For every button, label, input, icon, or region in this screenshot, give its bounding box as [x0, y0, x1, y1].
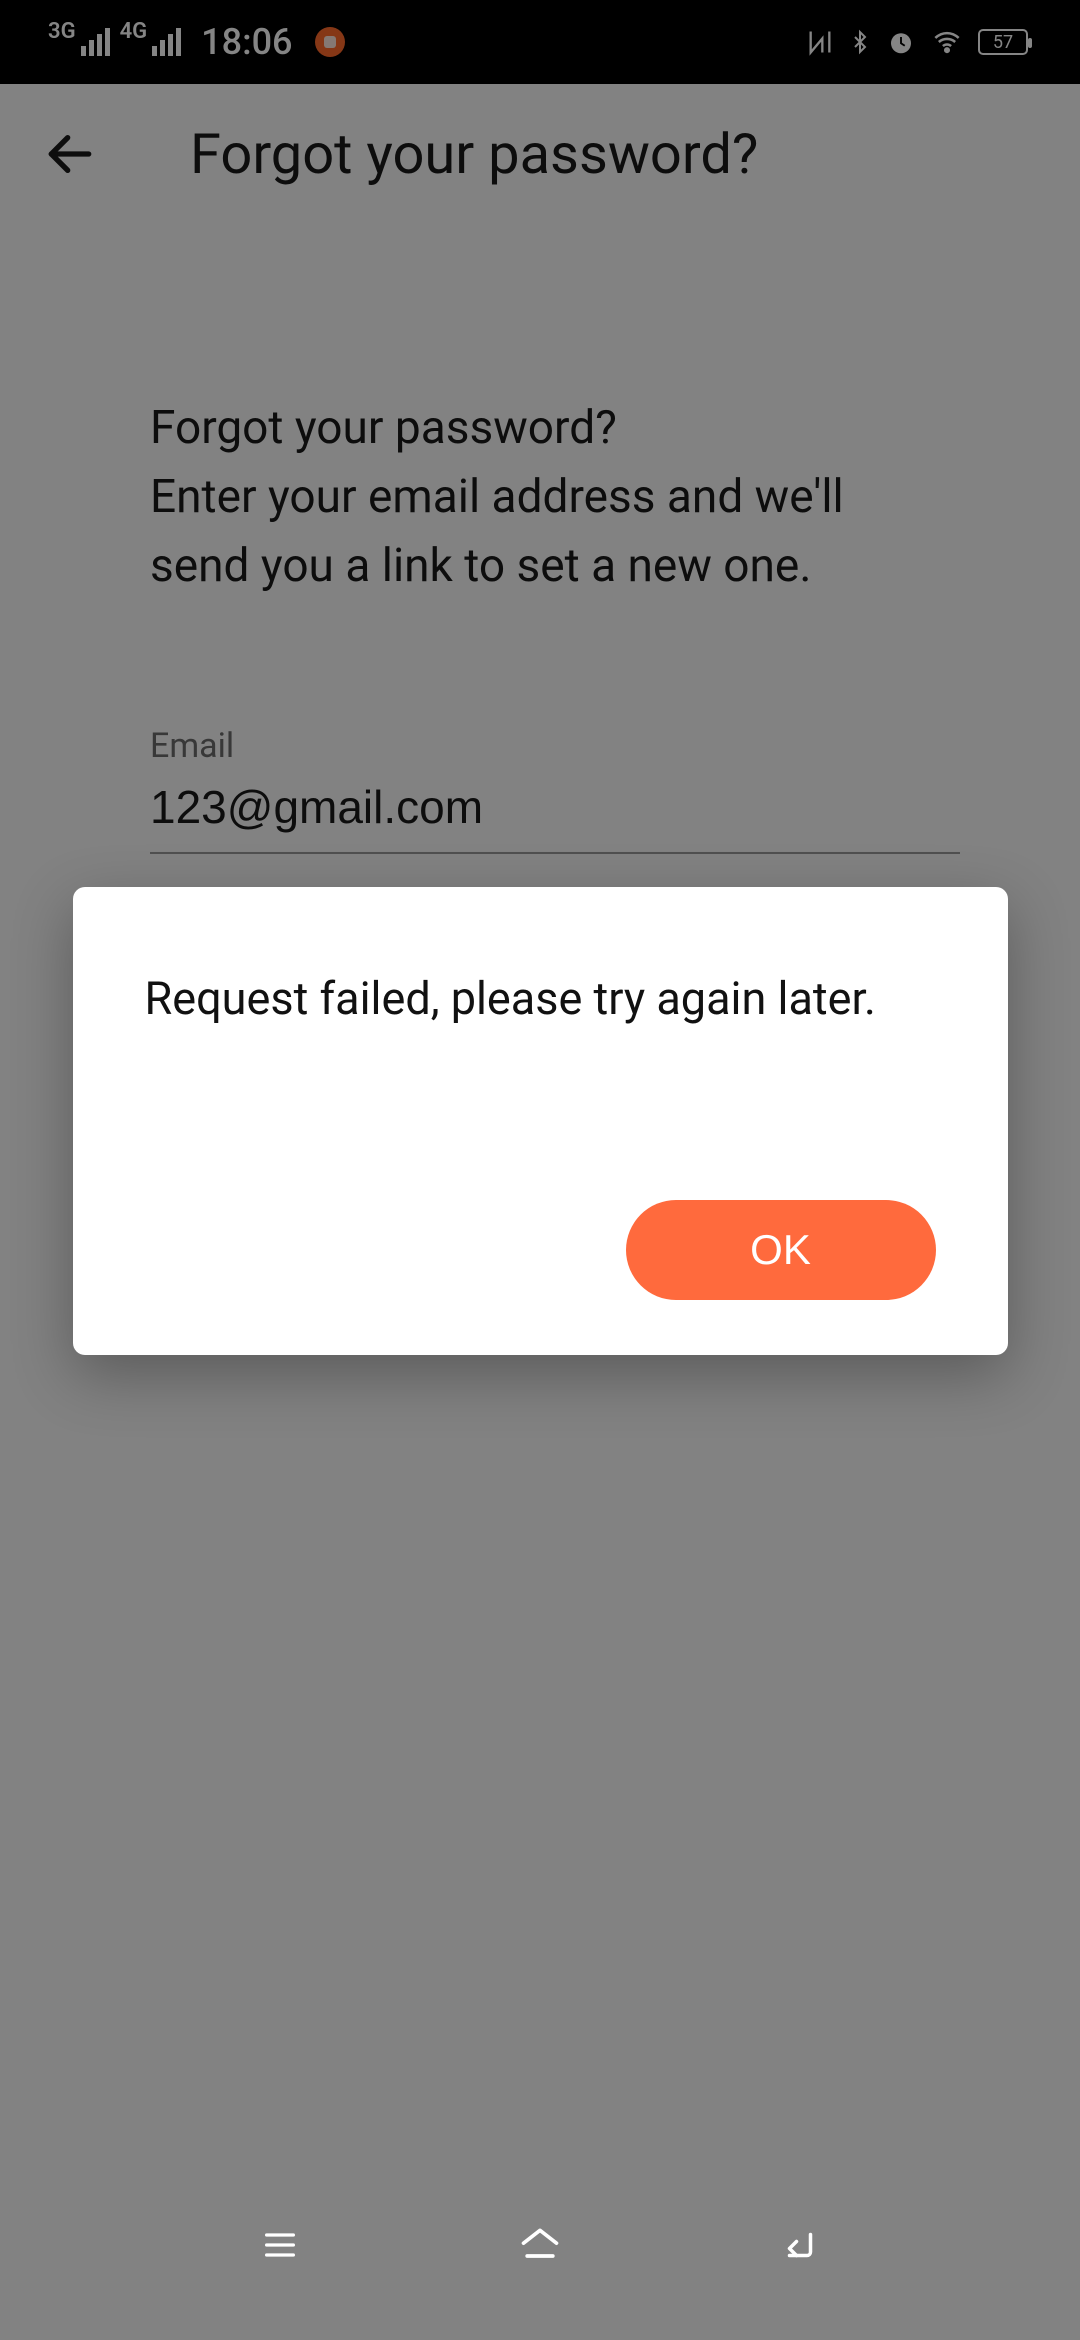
dialog-actions: OK: [145, 1200, 936, 1300]
back-nav-button[interactable]: [760, 2215, 840, 2275]
system-nav-bar: [0, 2180, 1080, 2340]
menu-icon: [258, 2225, 302, 2265]
dialog-message: Request failed, please try again later.: [145, 972, 936, 1025]
recents-button[interactable]: [240, 2215, 320, 2275]
ok-button[interactable]: OK: [626, 1200, 936, 1300]
back-icon: [775, 2224, 825, 2266]
error-dialog: Request failed, please try again later. …: [73, 887, 1008, 1355]
home-icon: [512, 2223, 568, 2267]
modal-overlay[interactable]: Request failed, please try again later. …: [0, 0, 1080, 2340]
home-button[interactable]: [500, 2215, 580, 2275]
